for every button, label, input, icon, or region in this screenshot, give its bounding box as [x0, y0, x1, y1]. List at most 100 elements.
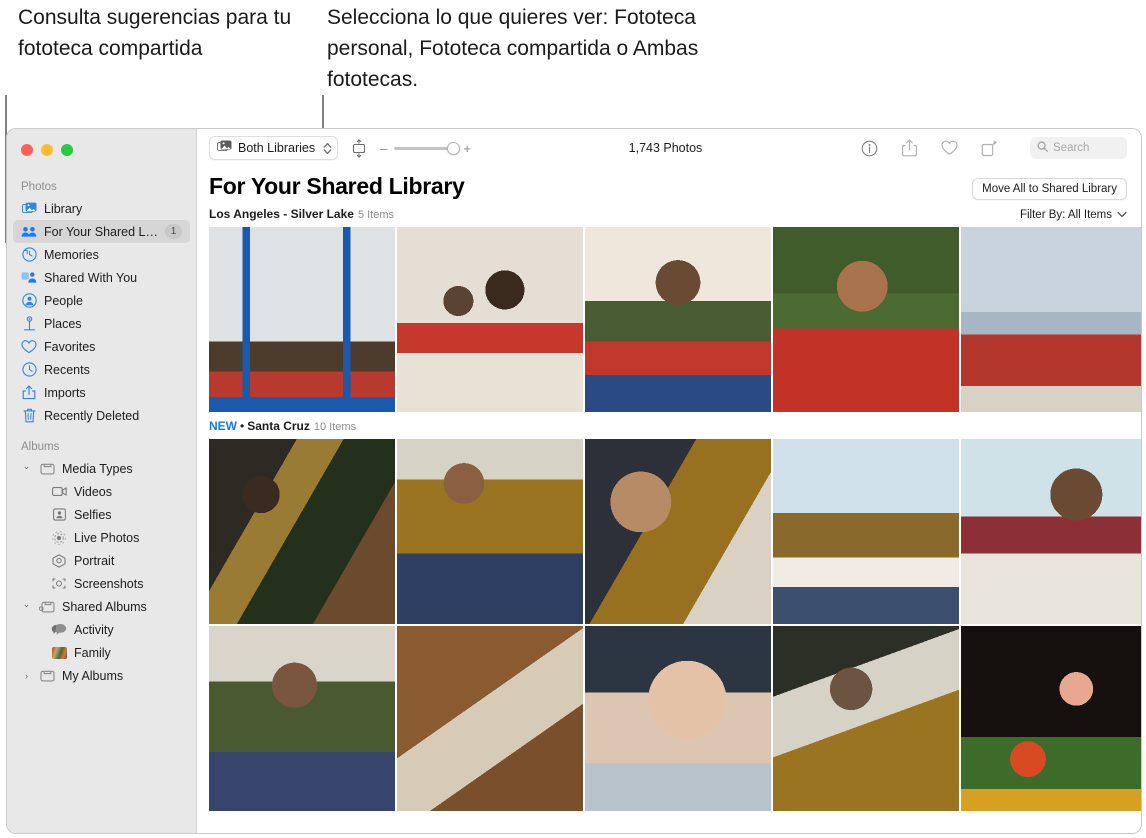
- sidebar-item-label: Recently Deleted: [44, 408, 140, 423]
- shared-folder-icon: [39, 599, 55, 615]
- photo-boy-smiling-garden[interactable]: [773, 227, 959, 412]
- sidebar-item-label: Live Photos: [74, 530, 140, 545]
- library-selector[interactable]: Both Libraries: [209, 136, 339, 160]
- sidebar-item-recently-deleted[interactable]: Recently Deleted: [13, 404, 190, 427]
- main-area: Both Libraries – + 1,743 Photos Search F…: [197, 129, 1141, 833]
- clock-icon: [21, 362, 37, 378]
- search-field[interactable]: Search: [1030, 137, 1127, 159]
- sidebar-item-label: Shared With You: [44, 270, 138, 285]
- folder-icon: [39, 461, 55, 477]
- sidebar-item-label: People: [44, 293, 83, 308]
- selfie-icon: [51, 507, 67, 523]
- photo-kids-by-window[interactable]: [961, 439, 1141, 624]
- sidebar-item-live-photos[interactable]: Live Photos: [13, 526, 190, 549]
- search-input-placeholder[interactable]: Search: [1053, 142, 1089, 154]
- sidebar-item-imports[interactable]: Imports: [13, 381, 190, 404]
- photo-boy-eating-orange[interactable]: [209, 626, 395, 811]
- sidebar-item-shared-with-you[interactable]: Shared With You: [13, 266, 190, 289]
- callout-text-right: Selecciona lo que quieres ver: Fototeca …: [327, 6, 699, 91]
- photo-two-boys-bed[interactable]: [397, 227, 583, 412]
- disclosure-open-icon[interactable]: ⌄: [21, 599, 32, 610]
- zoom-slider-thumb[interactable]: [447, 141, 461, 155]
- sidebar-item-favorites[interactable]: Favorites: [13, 335, 190, 358]
- section-header: NEW • Santa Cruz 10 Items: [197, 412, 1141, 439]
- photo-thumbnail: [209, 626, 395, 811]
- sidebar-item-family[interactable]: Family: [13, 641, 190, 664]
- photo-thumbnail: [585, 626, 771, 811]
- photo-boy-laughing-mother[interactable]: [585, 439, 771, 624]
- sidebar-item-people[interactable]: People: [13, 289, 190, 312]
- photo-kids-guitar[interactable]: [585, 227, 771, 412]
- sidebar-item-my-albums[interactable]: › My Albums: [13, 664, 190, 687]
- photo-boy-tulips-baby[interactable]: [961, 626, 1141, 811]
- sidebar-item-activity[interactable]: Activity: [13, 618, 190, 641]
- import-icon: [21, 385, 37, 401]
- photo-boy-floury-face[interactable]: [585, 626, 771, 811]
- maximize-window-button[interactable]: [61, 144, 73, 156]
- sidebar-item-label: Portrait: [74, 553, 115, 568]
- fit-to-screen-icon[interactable]: [348, 137, 370, 159]
- photos-app-window: Photos Library For Your Shared Library 1 Me…: [6, 128, 1142, 834]
- content-scroll-area[interactable]: For Your Shared Library Move All to Shar…: [197, 167, 1141, 833]
- sidebar-item-label: For Your Shared Library: [44, 224, 158, 239]
- minimize-window-button[interactable]: [41, 144, 53, 156]
- photo-mother-smiling[interactable]: [773, 626, 959, 811]
- section-title: Santa Cruz: [247, 419, 310, 433]
- photo-row: [197, 439, 1141, 624]
- sidebar-item-label: My Albums: [62, 668, 124, 683]
- toolbar: Both Libraries – + 1,743 Photos Search: [197, 129, 1141, 167]
- window-traffic-lights: [7, 137, 196, 167]
- sidebar-item-label: Selfies: [74, 507, 112, 522]
- person-circle-icon: [21, 293, 37, 309]
- section-header: Los Angeles - Silver Lake 5 Items Filter B…: [197, 200, 1141, 227]
- photo-mother-child-baking[interactable]: [397, 439, 583, 624]
- sidebar-photos-list: Library For Your Shared Library 1 Memories S…: [7, 197, 196, 427]
- people-shared-icon: [21, 224, 37, 240]
- photo-family-window-light[interactable]: [773, 439, 959, 624]
- filter-by-dropdown[interactable]: Filter By: All Items: [1020, 209, 1127, 221]
- photo-thumbnail: [585, 439, 771, 624]
- search-icon: [1037, 141, 1048, 155]
- zoom-out-label[interactable]: –: [380, 141, 387, 156]
- sidebar-item-label: Videos: [74, 484, 112, 499]
- photo-thumbnail: [961, 439, 1141, 624]
- sidebar-item-memories[interactable]: Memories: [13, 243, 190, 266]
- favorite-heart-icon[interactable]: [940, 139, 959, 158]
- zoom-in-label[interactable]: +: [463, 141, 471, 156]
- sidebar-item-for-your-shared-library[interactable]: For Your Shared Library 1: [13, 220, 190, 243]
- photo-thumbnail: [961, 227, 1141, 412]
- sidebar-item-selfies[interactable]: Selfies: [13, 503, 190, 526]
- sidebar-item-library[interactable]: Library: [13, 197, 190, 220]
- photo-boy-megaphone[interactable]: [961, 227, 1141, 412]
- close-window-button[interactable]: [21, 144, 33, 156]
- photo-row: [197, 626, 1141, 811]
- trash-icon: [21, 408, 37, 424]
- section-title-group: NEW • Santa Cruz 10 Items: [209, 417, 356, 435]
- zoom-slider[interactable]: – +: [380, 141, 471, 156]
- toolbar-icon-group: Search: [860, 137, 1127, 159]
- sidebar-item-portrait[interactable]: Portrait: [13, 549, 190, 572]
- info-icon[interactable]: [860, 139, 879, 158]
- sidebar-item-screenshots[interactable]: Screenshots: [13, 572, 190, 595]
- photo-hands-dough-table[interactable]: [397, 626, 583, 811]
- sidebar-item-media-types[interactable]: ⌄ Media Types: [13, 457, 190, 480]
- move-all-to-shared-library-button[interactable]: Move All to Shared Library: [972, 178, 1127, 200]
- photo-boy-window[interactable]: [209, 227, 395, 412]
- sidebar-item-label: Recents: [44, 362, 90, 377]
- sidebar-item-label: Library: [44, 201, 83, 216]
- sidebar-item-videos[interactable]: Videos: [13, 480, 190, 503]
- disclosure-open-icon[interactable]: ⌄: [21, 461, 32, 472]
- sidebar-item-places[interactable]: Places: [13, 312, 190, 335]
- sidebar-item-recents[interactable]: Recents: [13, 358, 190, 381]
- sidebar-item-shared-albums[interactable]: ⌄ Shared Albums: [13, 595, 190, 618]
- heart-icon: [21, 339, 37, 355]
- photo-row: [197, 227, 1141, 412]
- screenshot-icon: [51, 576, 67, 592]
- rotate-icon[interactable]: [980, 139, 999, 158]
- photo-kitchen-plants[interactable]: [209, 439, 395, 624]
- disclosure-closed-icon[interactable]: ›: [21, 671, 32, 681]
- shared-with-you-icon: [21, 270, 37, 286]
- zoom-slider-track[interactable]: [394, 141, 461, 155]
- section-title: Los Angeles - Silver Lake: [209, 207, 354, 221]
- share-icon[interactable]: [900, 139, 919, 158]
